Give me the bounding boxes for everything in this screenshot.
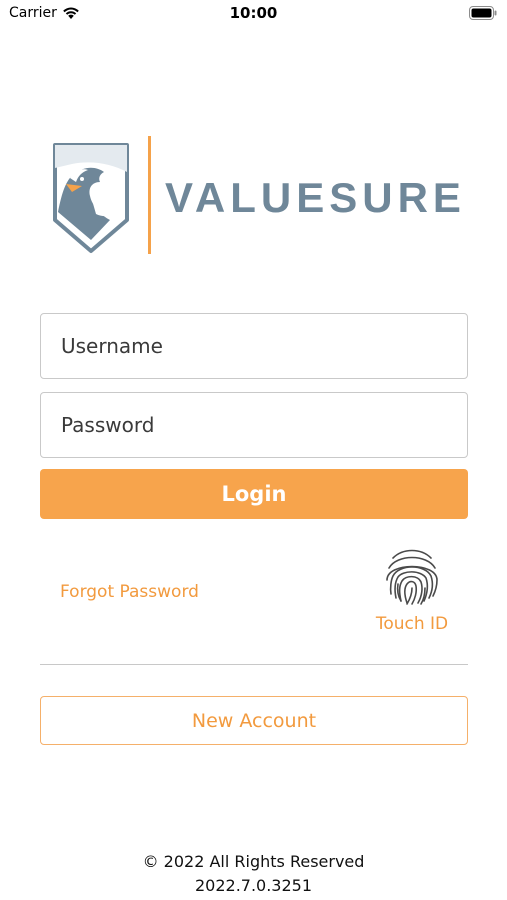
login-button[interactable]: Login [40,469,468,519]
status-time: 10:00 [229,4,278,22]
status-bar: Carrier 10:00 [0,0,507,28]
touch-id-button[interactable]: Touch ID [372,544,452,636]
copyright-text: © 2022 All Rights Reserved [142,852,365,871]
password-input[interactable] [41,393,467,457]
new-account-button[interactable]: New Account [40,696,468,745]
eagle-shield-icon [53,143,129,253]
username-field-container [40,313,468,379]
username-input[interactable] [41,314,467,378]
battery-icon [469,6,497,20]
forgot-password-link[interactable]: Forgot Password [60,582,199,602]
valuesure-logo: VALUESURE [52,136,462,256]
version-text: 2022.7.0.3251 [194,876,313,895]
logo-divider [148,136,151,254]
login-screen: Carrier 10:00 VALUESURE Username Login F… [0,0,507,900]
section-divider [40,664,468,665]
fingerprint-icon [386,549,438,605]
touch-id-label[interactable]: Touch ID [372,614,452,634]
brand-name: VALUESURE [165,174,466,221]
footer: © 2022 All Rights Reserved 2022.7.0.3251 [0,850,507,898]
password-field-container [40,392,468,458]
